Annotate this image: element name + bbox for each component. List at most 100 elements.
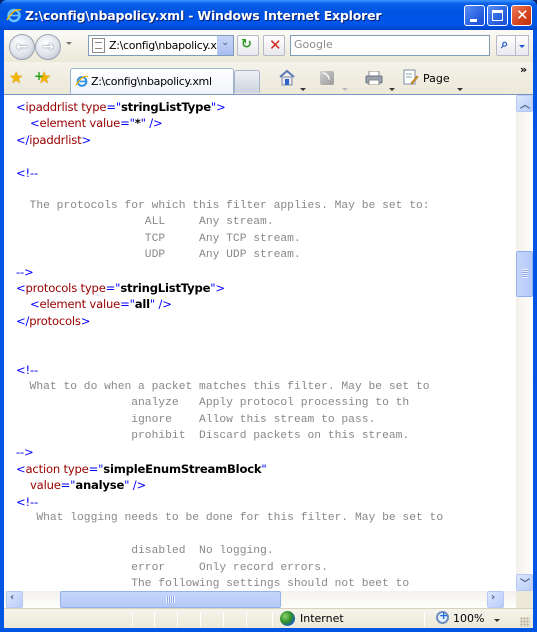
chevron-down-icon: ﹀ bbox=[520, 579, 530, 590]
status-divider bbox=[132, 612, 133, 627]
xml-token: " /> bbox=[124, 478, 146, 493]
page-dropdown[interactable] bbox=[457, 88, 463, 91]
comment-text-line: What to do when a packet matches this fi… bbox=[16, 380, 430, 393]
xml-token: =" bbox=[106, 100, 121, 114]
comment-text-line: ignore Allow this stream to pass. bbox=[16, 413, 376, 426]
navigation-bar: ← → Z:\config\nbapolicy.xml ⌄ ↻ ✕ ⌕ bbox=[4, 30, 533, 62]
xml-token: <!-- bbox=[16, 363, 38, 378]
stop-icon: ✕ bbox=[269, 36, 282, 54]
xml-token: " /> bbox=[140, 116, 163, 131]
scroll-down-button[interactable]: ﹀ bbox=[516, 574, 533, 591]
xml-token: < bbox=[16, 280, 26, 295]
xml-token: =" bbox=[105, 280, 121, 295]
xml-token: simpleEnumStreamBlock bbox=[103, 461, 262, 476]
status-divider bbox=[177, 612, 178, 627]
favorites-center-icon[interactable]: ★ bbox=[9, 68, 23, 87]
xml-token: </ bbox=[16, 132, 30, 147]
forward-button[interactable]: → bbox=[35, 34, 61, 60]
xml-line: <!-- bbox=[16, 362, 38, 378]
search-button[interactable]: ⌕ bbox=[496, 35, 516, 56]
xml-token: =" bbox=[120, 116, 135, 131]
scroll-left-button[interactable]: ‹ bbox=[6, 591, 23, 608]
xml-token: > bbox=[81, 132, 91, 147]
xml-line: <!-- bbox=[16, 494, 38, 510]
xml-token: <!-- bbox=[16, 165, 38, 180]
comment-text-line: The protocols for which this filter appl… bbox=[16, 199, 430, 212]
horizontal-scroll-thumb[interactable] bbox=[60, 591, 281, 608]
title-bar[interactable]: Z:\config\nbapolicy.xml - Windows Intern… bbox=[0, 0, 537, 30]
xml-token: stringListType bbox=[120, 100, 211, 114]
xml-token: ipaddrlist bbox=[25, 100, 78, 114]
security-zone-label[interactable]: Internet bbox=[300, 612, 344, 625]
xml-token: "> bbox=[210, 100, 226, 114]
xml-line: <action type="simpleEnumStreamBlock" bbox=[16, 461, 267, 477]
xml-token: value bbox=[85, 297, 121, 312]
minimize-icon bbox=[470, 19, 477, 22]
xml-token: type bbox=[77, 280, 106, 295]
xml-line: <ipaddrlist type="stringListType"> bbox=[16, 99, 226, 115]
maximize-icon bbox=[492, 10, 503, 21]
print-dropdown[interactable] bbox=[389, 88, 395, 91]
chevron-up-icon: ︿ bbox=[520, 100, 530, 111]
xml-line: --> bbox=[16, 264, 34, 280]
home-icon bbox=[279, 69, 295, 86]
internet-globe-icon bbox=[280, 611, 295, 626]
comment-text-line: TCP Any TCP stream. bbox=[16, 232, 301, 245]
vertical-scroll-thumb[interactable] bbox=[516, 251, 533, 297]
close-button[interactable]: ✕ bbox=[511, 5, 532, 26]
ie-logo-icon bbox=[75, 75, 89, 87]
more-commands-chevron-icon[interactable]: » bbox=[520, 63, 527, 76]
xml-line: </protocols> bbox=[16, 313, 90, 329]
scroll-up-button[interactable]: ︿ bbox=[516, 95, 533, 112]
comment-text-line: error Only record errors. bbox=[16, 561, 328, 574]
status-divider bbox=[424, 612, 425, 627]
back-button[interactable]: ← bbox=[9, 34, 35, 60]
xml-line: </ipaddrlist> bbox=[16, 132, 91, 148]
page-menu-label: Page bbox=[423, 72, 450, 85]
refresh-button[interactable]: ↻ bbox=[237, 35, 259, 56]
zoom-level[interactable]: 100% bbox=[453, 612, 484, 625]
xml-line: <!-- bbox=[16, 165, 38, 181]
feeds-dropdown[interactable] bbox=[342, 88, 348, 91]
comment-text-line: UDP Any UDP stream. bbox=[16, 249, 301, 262]
xml-line: <protocols type="stringListType"> bbox=[16, 280, 225, 296]
minimize-button[interactable] bbox=[464, 5, 485, 26]
chevron-left-icon: ‹ bbox=[10, 592, 15, 603]
search-options-dropdown[interactable] bbox=[516, 35, 529, 56]
xml-token: type bbox=[77, 100, 107, 114]
add-to-favorites-icon[interactable]: ★ bbox=[34, 68, 51, 87]
search-box bbox=[290, 35, 490, 56]
xml-token: =" bbox=[120, 297, 135, 312]
vertical-scrollbar[interactable]: ︿ ﹀ bbox=[516, 95, 533, 591]
recent-pages-dropdown[interactable] bbox=[66, 42, 72, 45]
zoom-dropdown[interactable] bbox=[494, 619, 500, 622]
search-input[interactable] bbox=[294, 38, 484, 51]
scroll-right-button[interactable]: › bbox=[487, 591, 504, 608]
xml-token: " /> bbox=[149, 297, 172, 312]
ie-logo-icon bbox=[6, 8, 22, 23]
xml-token: protocols bbox=[25, 280, 78, 295]
maximize-button[interactable] bbox=[487, 5, 508, 26]
tab-nbapolicy[interactable]: Z:\config\nbapolicy.xml bbox=[70, 68, 234, 94]
chevron-right-icon: › bbox=[491, 592, 496, 603]
zoom-icon bbox=[436, 609, 449, 624]
xml-token: protocols bbox=[29, 313, 81, 328]
home-dropdown[interactable] bbox=[300, 88, 306, 91]
address-dropdown-button[interactable]: ⌄ bbox=[217, 36, 233, 55]
address-input[interactable]: Z:\config\nbapolicy.xml bbox=[109, 39, 217, 52]
comment-text-line: ALL Any stream. bbox=[16, 216, 274, 229]
status-divider bbox=[272, 612, 273, 627]
forward-arrow-icon: → bbox=[42, 39, 54, 55]
address-bar[interactable]: Z:\config\nbapolicy.xml ⌄ bbox=[88, 35, 234, 56]
resize-grip[interactable] bbox=[520, 617, 530, 627]
comment-text-line: analyze Apply protocol processing to th bbox=[16, 397, 410, 410]
search-icon: ⌕ bbox=[501, 37, 509, 52]
xml-token: < bbox=[16, 461, 26, 476]
comment-text-line: prohibit Discard packets on this stream. bbox=[16, 430, 410, 442]
stop-button[interactable]: ✕ bbox=[263, 35, 285, 56]
rss-feed-icon bbox=[320, 71, 334, 85]
new-tab-button[interactable] bbox=[234, 70, 260, 93]
window-title: Z:\config\nbapolicy.xml - Windows Intern… bbox=[25, 8, 382, 23]
horizontal-scrollbar[interactable]: ‹ › bbox=[4, 591, 516, 608]
xml-token: <!-- bbox=[16, 494, 38, 509]
